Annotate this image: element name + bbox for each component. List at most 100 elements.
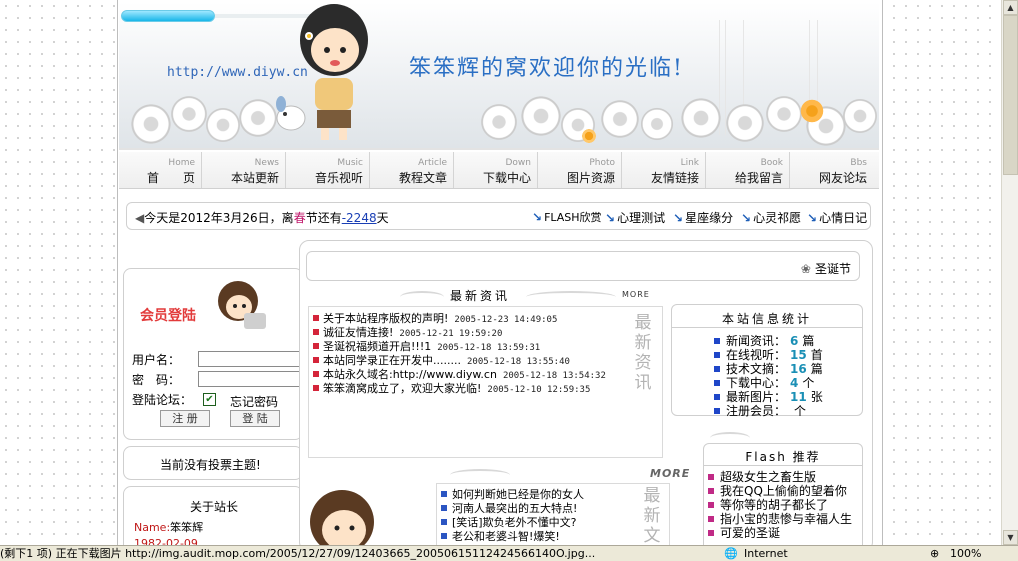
nav-item-label: 友情链接	[650, 171, 699, 185]
articles-more-link[interactable]: MORE	[650, 467, 690, 480]
today-countdown: ◀今天是2012年3月26日，离春节还有-2248天	[135, 209, 389, 226]
banner-progress-decoration	[121, 10, 215, 22]
arrow-icon: ↘	[532, 210, 543, 224]
bullet-icon	[714, 352, 720, 358]
zoom-level[interactable]: 100%	[950, 546, 981, 561]
flash-item[interactable]: 可爱的圣诞	[708, 524, 780, 541]
bullet-icon	[708, 488, 714, 494]
nav-item-en: Down	[505, 158, 531, 168]
flower-decoration	[479, 102, 519, 142]
page-frame: http://www.diyw.cn 笨笨辉的窝欢迎你的光临! Home 首 页 …	[117, 0, 883, 545]
nav-item-bbs[interactable]: Bbs 网友论坛	[791, 152, 873, 188]
bullet-icon	[313, 371, 319, 377]
vertical-char: 资	[634, 353, 652, 373]
arrow-icon: ↘	[605, 211, 616, 225]
vote-text: 当前没有投票主题!	[160, 458, 261, 472]
site-url: http://www.diyw.cn	[167, 65, 308, 80]
register-button[interactable]: 注 册	[160, 410, 210, 427]
today-suffix: 天	[376, 211, 389, 225]
scrollbar-thumb[interactable]	[1003, 15, 1018, 175]
scroll-up-icon[interactable]: ▲	[1003, 0, 1018, 15]
stat-unit: 张	[810, 390, 823, 404]
nav-item-news[interactable]: News 本站更新	[203, 152, 286, 188]
login-title: 会员登陆	[140, 308, 196, 324]
christmas-link[interactable]: ❀ 圣诞节	[801, 260, 851, 277]
nav-item-label: 图片资源	[566, 171, 615, 185]
vertical-char: 最	[634, 313, 652, 333]
login-button[interactable]: 登 陆	[230, 410, 280, 427]
arrow-icon: ↘	[741, 211, 752, 225]
gift-icon: ❀	[800, 262, 811, 276]
flash-item-label: 可爱的圣诞	[720, 526, 781, 540]
vertical-char: 新	[643, 506, 661, 526]
nav-item-down[interactable]: Down 下载中心	[455, 152, 538, 188]
stats-title: 本站信息统计	[721, 312, 812, 326]
swirl-decoration	[450, 469, 510, 481]
divider	[704, 465, 862, 466]
content-panel: ❀ 圣诞节 最新资讯 MORE 关于本站程序版权的声明! 2005-12-23 14…	[299, 240, 873, 545]
articles-vertical-title: 最 新 文	[643, 486, 661, 545]
nav-item-label: 网友论坛	[818, 171, 867, 185]
quick-link-diary[interactable]: ↘ 心情日记	[807, 209, 867, 226]
zoom-icon[interactable]: ⊕	[930, 546, 939, 561]
flower-decoration	[724, 102, 766, 144]
cartoon-kid-illustration	[310, 490, 374, 545]
nav-item-label: 本站更新	[230, 171, 279, 185]
forum-login-checkbox[interactable]: ✔	[203, 393, 216, 406]
scroll-down-icon[interactable]: ▼	[1003, 530, 1018, 545]
arrow-icon: ↘	[673, 211, 684, 225]
nav-item-music[interactable]: Music 音乐视听	[287, 152, 370, 188]
swirl-decoration	[526, 291, 616, 303]
nav-item-en: Home	[168, 158, 195, 168]
bullet-icon	[714, 408, 720, 414]
flash-recommend-panel: Flash 推荐 超级女生之畜生版 我在QQ上偷偷的望着你 等你等的胡子都长了 …	[703, 432, 863, 545]
status-text: (剩下1 项) 正在下载图片 http://img.audit.mop.com/…	[0, 547, 596, 560]
orange-flower-decoration	[799, 98, 825, 124]
stat-members: 注册会员： 个	[714, 402, 806, 419]
news-heading: 最新资讯	[450, 289, 511, 303]
quick-link-label: 心灵祁愿	[753, 211, 802, 225]
site-stats-panel: 本站信息统计 新闻资讯： 6 篇 在线视听： 15 首 技术文摘： 16 篇 下载中心： 4 个…	[671, 304, 863, 419]
christmas-label: 圣诞节	[814, 262, 851, 276]
bullet-icon	[441, 491, 447, 497]
quick-link-flash[interactable]: ↘ FLASH欣赏	[532, 209, 602, 225]
news-more-link[interactable]: MORE	[622, 290, 650, 299]
bullet-icon	[313, 329, 319, 335]
quick-link-label: 心情日记	[819, 211, 868, 225]
vertical-scrollbar[interactable]: ▲ ▼	[1001, 0, 1018, 545]
about-name-row: Name:笨笨辉	[134, 519, 203, 535]
swirl-decoration	[400, 291, 444, 303]
article-item[interactable]: 老公和老婆斗智!爆笑!	[441, 528, 560, 544]
username-input[interactable]	[198, 351, 306, 367]
flower-decoration	[169, 94, 209, 134]
nav-item-label: 给我留言	[734, 171, 783, 185]
quick-link-psych-test[interactable]: ↘ 心理测试	[605, 209, 665, 226]
zone-label: Internet	[744, 547, 788, 560]
browser-status-bar: (剩下1 项) 正在下载图片 http://img.audit.mop.com/…	[0, 545, 1018, 561]
welcome-title: 笨笨辉的窝欢迎你的光临!	[409, 56, 684, 81]
flower-decoration	[764, 94, 804, 134]
news-vertical-title: 最 新 资 讯	[634, 313, 652, 393]
flower-decoration	[204, 106, 242, 144]
bullet-icon	[708, 516, 714, 522]
quick-link-horoscope[interactable]: ↘ 星座缘分	[673, 209, 733, 226]
quick-link-label: 星座缘分	[685, 211, 734, 225]
nav-item-en: Music	[337, 158, 363, 168]
nav-item-book[interactable]: Book 给我留言	[707, 152, 790, 188]
nav-item-link[interactable]: Link 友情链接	[623, 152, 706, 188]
nav-item-article[interactable]: Article 教程文章	[371, 152, 454, 188]
quick-link-label: FLASH欣赏	[544, 211, 602, 224]
nav-item-home[interactable]: Home 首 页	[119, 152, 202, 188]
member-login-panel: 会员登陆 用户名： 密 码： 登陆论坛： ✔ 忘记密码 注 册 登 陆	[123, 268, 306, 440]
quick-link-wishes[interactable]: ↘ 心灵祁愿	[741, 209, 801, 226]
nav-item-photo[interactable]: Photo 图片资源	[539, 152, 622, 188]
password-input[interactable]	[198, 371, 306, 387]
bullet-icon	[714, 394, 720, 400]
quick-link-label: 心理测试	[617, 211, 666, 225]
vertical-char: 新	[634, 333, 652, 353]
date-ticker-bar: ◀今天是2012年3月26日，离春节还有-2248天 ↘ FLASH欣赏 ↘ 心理测…	[126, 202, 871, 230]
news-title: 笨笨滴窝成立了，欢迎大家光临!	[323, 382, 482, 395]
nav-item-en: Bbs	[850, 158, 867, 168]
news-item[interactable]: 笨笨滴窝成立了，欢迎大家光临! 2005-12-10 12:59:35	[313, 380, 590, 396]
article-title: 老公和老婆斗智!爆笑!	[452, 530, 560, 543]
